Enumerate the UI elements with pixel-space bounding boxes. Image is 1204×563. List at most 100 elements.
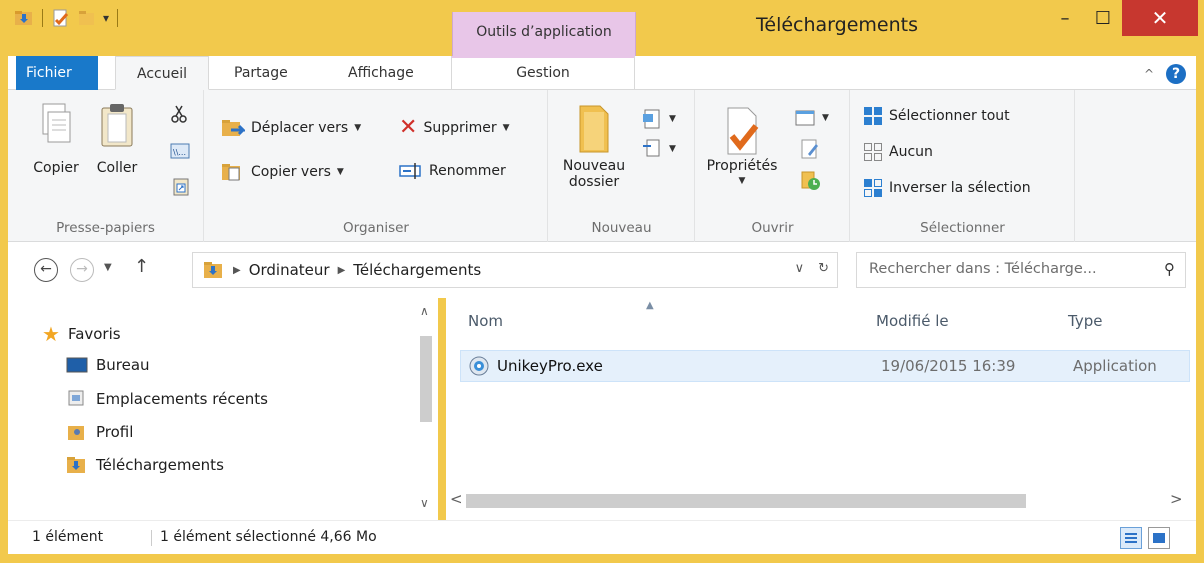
history-icon[interactable] [800, 170, 822, 192]
minimize-button[interactable]: – [1048, 0, 1082, 36]
nav-item-profile[interactable]: Profil [66, 422, 133, 442]
details-view-button[interactable] [1120, 527, 1142, 549]
easy-access-icon [643, 139, 660, 157]
scrollbar-thumb[interactable] [466, 494, 1026, 508]
tab-manage[interactable]: Gestion [451, 56, 635, 90]
new-folder-label-2: dossier [568, 174, 620, 190]
new-folder-button[interactable]: Nouveau dossier [557, 102, 631, 190]
new-item-dropdown-icon: ▼ [669, 114, 676, 124]
easy-access-dropdown-icon: ▼ [669, 144, 676, 154]
paste-button[interactable]: Coller [90, 102, 144, 176]
scroll-right-icon[interactable]: > [1170, 490, 1183, 508]
tab-home[interactable]: Accueil [115, 56, 209, 90]
delete-button[interactable]: ✕ Supprimer ▼ [399, 117, 510, 139]
sort-ascending-icon: ▲ [646, 300, 654, 311]
cut-icon[interactable] [170, 104, 188, 124]
scroll-left-icon[interactable]: < [450, 490, 463, 508]
scroll-up-icon[interactable]: ∧ [420, 304, 429, 318]
tab-share[interactable]: Partage [224, 56, 298, 90]
folder-download-icon[interactable] [14, 8, 34, 28]
qat-separator [42, 9, 43, 27]
status-separator [151, 530, 152, 546]
copy-button[interactable]: Copier [28, 102, 84, 176]
new-folder-icon[interactable] [77, 8, 97, 28]
address-controls: ∨ ↻ [795, 261, 829, 276]
new-item-button[interactable]: ▼ [641, 108, 676, 130]
easy-access-button[interactable]: ▼ [641, 138, 676, 160]
customize-qat-dropdown[interactable]: ▾ [103, 11, 109, 25]
delete-label: Supprimer [423, 120, 497, 136]
copy-path-icon[interactable]: \\... [170, 142, 190, 160]
breadcrumb-separator-icon[interactable]: ▶ [338, 265, 346, 276]
forward-arrow-icon: → [76, 261, 88, 277]
move-to-button[interactable]: Déplacer vers ▼ [221, 118, 361, 138]
file-name: UnikeyPro.exe [497, 357, 603, 375]
scroll-down-icon[interactable]: ∨ [420, 496, 429, 510]
copy-to-button[interactable]: Copier vers ▼ [221, 162, 344, 182]
copy-to-label: Copier vers [251, 164, 331, 180]
search-icon[interactable]: ⚲ [1164, 260, 1175, 278]
back-button[interactable]: ← [34, 258, 58, 282]
qat-separator-2 [117, 9, 119, 27]
context-tab-header-label: Outils d’application [476, 24, 612, 40]
nav-item-desktop[interactable]: Bureau [66, 356, 150, 374]
status-bar: 1 élément 1 élément sélectionné 4,66 Mo [8, 520, 1196, 554]
edit-icon[interactable] [800, 138, 820, 160]
move-folder-icon [222, 120, 245, 136]
up-arrow-icon[interactable]: ↑ [134, 256, 149, 277]
breadcrumb-separator-icon[interactable]: ▶ [233, 265, 241, 276]
group-new-label: Nouveau [591, 220, 652, 236]
star-icon: ★ [42, 322, 60, 346]
nav-item-favorites[interactable]: ★ Favoris [42, 322, 121, 346]
address-history-dropdown-icon[interactable]: ∨ [795, 261, 805, 276]
select-none-label: Aucun [889, 144, 933, 160]
properties-button[interactable]: Propriétés ▼ [700, 104, 784, 186]
properties-icon[interactable] [51, 8, 71, 28]
help-icon[interactable]: ? [1166, 64, 1186, 84]
file-list-scrollbar[interactable]: < > [446, 490, 1196, 510]
group-organize-label: Organiser [343, 220, 409, 236]
copy-folder-icon [222, 164, 240, 181]
rename-button[interactable]: Renommer [399, 162, 506, 180]
select-all-button[interactable]: Sélectionner tout [863, 106, 1010, 126]
breadcrumb-downloads[interactable]: Téléchargements [353, 261, 481, 279]
paste-shortcut-icon[interactable] [172, 176, 190, 196]
refresh-icon[interactable]: ↻ [818, 261, 829, 276]
breadcrumb-computer[interactable]: Ordinateur [249, 261, 330, 279]
collapse-ribbon-icon[interactable]: ^ [1144, 67, 1154, 81]
paste-icon [101, 104, 133, 147]
invert-selection-button[interactable]: Inverser la sélection [863, 178, 1031, 198]
nav-item-label: Emplacements récents [96, 390, 269, 408]
column-header-type[interactable]: Type [1068, 312, 1102, 330]
forward-button[interactable]: → [70, 258, 94, 282]
address-bar[interactable]: ▶ Ordinateur ▶ Téléchargements ∨ ↻ [192, 252, 838, 288]
large-icons-view-button[interactable] [1148, 527, 1170, 549]
close-icon: ✕ [1151, 6, 1169, 30]
column-header-modified[interactable]: Modifié le [876, 312, 949, 330]
navigation-pane: ★ Favoris Bureau Emplacements récents Pr… [8, 298, 438, 520]
select-none-button[interactable]: Aucun [863, 142, 933, 162]
nav-item-downloads[interactable]: Téléchargements [66, 455, 224, 475]
nav-pane-scrollbar[interactable]: ∧ ∨ [415, 298, 435, 520]
open-button[interactable]: ▼ [794, 108, 829, 128]
scrollbar-thumb[interactable] [420, 336, 432, 422]
nav-item-recent[interactable]: Emplacements récents [66, 389, 268, 409]
context-tab-header: Outils d’application [452, 12, 636, 56]
table-row[interactable]: UnikeyPro.exe 19/06/2015 16:39 Applicati… [460, 350, 1190, 382]
tab-file[interactable]: Fichier [16, 56, 98, 90]
search-box[interactable]: Rechercher dans : Télécharge... ⚲ [856, 252, 1186, 288]
tab-view[interactable]: Affichage [338, 56, 424, 90]
close-button[interactable]: ✕ [1122, 0, 1198, 36]
column-header-name[interactable]: Nom [468, 312, 503, 330]
selection-info: 1 élément sélectionné 4,66 Mo [160, 529, 377, 545]
application-icon [469, 356, 489, 376]
copy-to-dropdown-icon: ▼ [336, 167, 344, 177]
move-to-label: Déplacer vers [251, 120, 349, 136]
file-type: Application [1073, 357, 1157, 375]
window-title: Téléchargements [756, 14, 918, 36]
recent-locations-dropdown-icon[interactable]: ▼ [104, 262, 112, 273]
group-clipboard: Copier Coller \\... Presse-papiers [8, 90, 204, 242]
search-placeholder: Rechercher dans : Télécharge... [869, 261, 1097, 277]
maximize-button[interactable]: ☐ [1086, 0, 1120, 36]
nav-item-label: Profil [96, 423, 134, 441]
